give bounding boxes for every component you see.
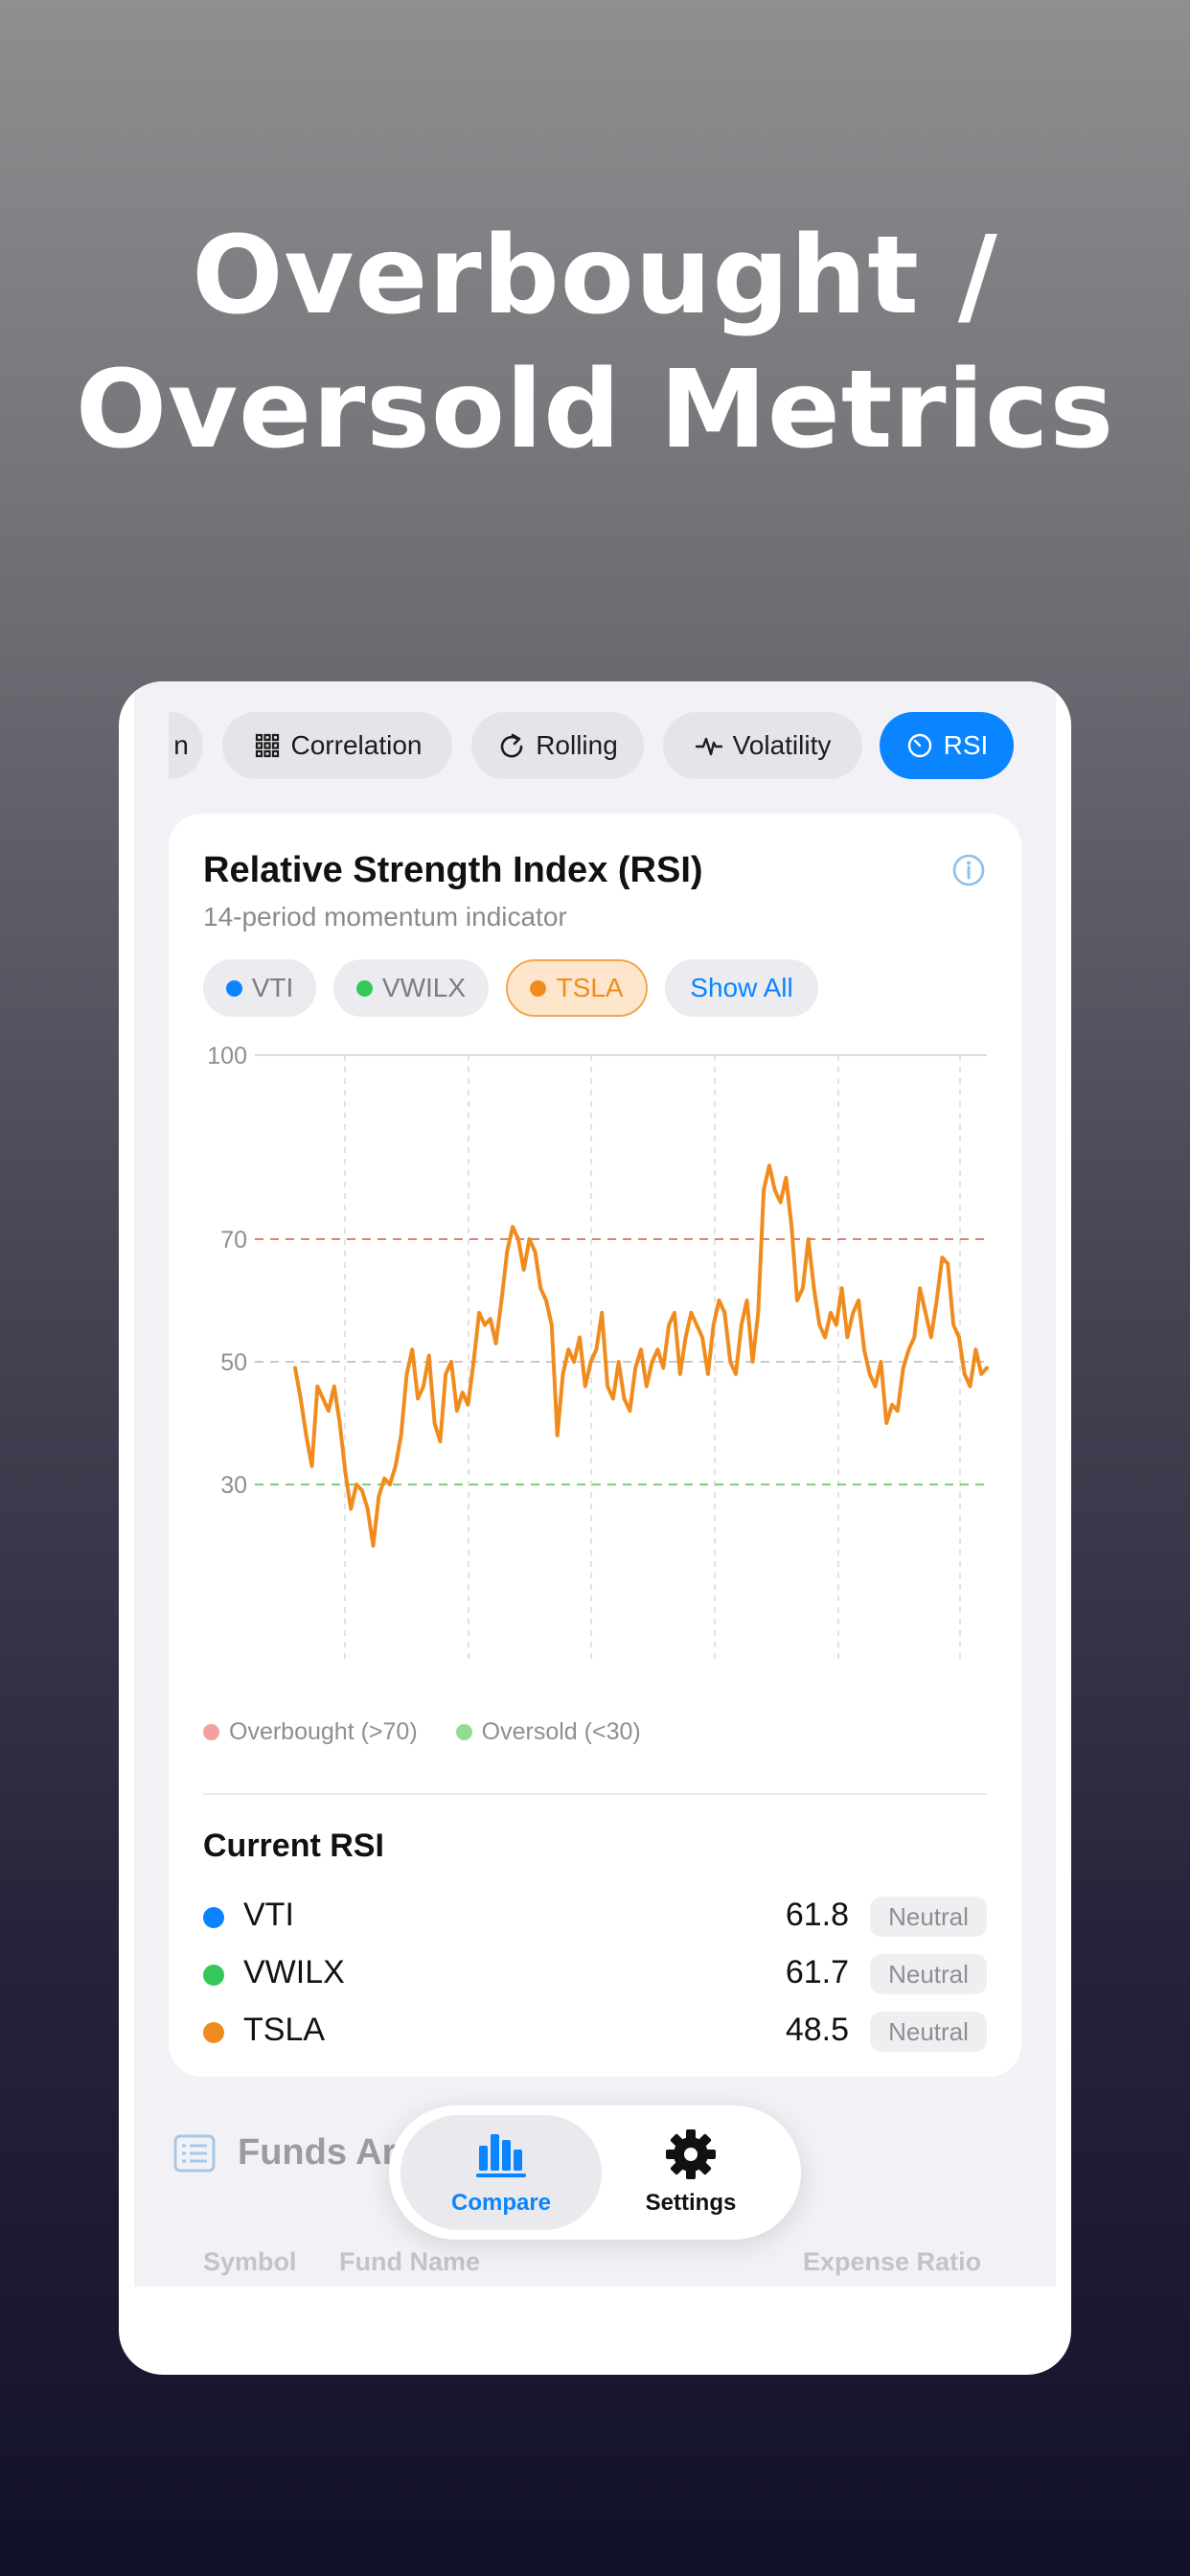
y-tick-label: 0: [234, 1656, 247, 1659]
list-icon: [173, 2134, 216, 2173]
legend-overbought: Overbought (>70): [203, 1718, 418, 1746]
bar-chart-icon: [476, 2134, 526, 2177]
chip-vti[interactable]: VTI: [203, 959, 316, 1017]
tab-rsi-label: RSI: [943, 730, 989, 760]
y-tick-label: 50: [220, 1349, 247, 1376]
chip-tsla[interactable]: TSLA: [506, 959, 648, 1017]
oversold-dot: [455, 1723, 472, 1740]
hero-title-line-2: Oversold Metrics: [75, 348, 1115, 472]
y-tick-label: 100: [207, 1043, 247, 1070]
row-symbol: VWILX: [243, 1954, 345, 1990]
overbought-dot: [203, 1723, 219, 1740]
info-icon[interactable]: [950, 852, 987, 888]
row-value: 48.5: [785, 2012, 849, 2048]
tsla-dot: [530, 979, 547, 997]
tab-correlation[interactable]: Correlation: [222, 712, 452, 779]
gear-icon: [666, 2129, 716, 2179]
vti-dot: [225, 979, 242, 997]
rsi-chart: 1007050300MarMayJulSepNovJa: [207, 1043, 989, 1659]
pulse-icon: [695, 737, 722, 756]
bottom-tab-bar: Compare Settings: [389, 2105, 801, 2240]
analysis-tabs: n Correlation Rolling Volatility RSI: [134, 712, 1056, 779]
tab-rolling-label: Rolling: [536, 730, 618, 760]
chart-legend: Overbought (>70) Oversold (<30): [203, 1714, 641, 1749]
tab-rsi[interactable]: RSI: [880, 712, 1014, 779]
hero-title-line-1: Overbought /: [192, 214, 998, 338]
tab-compare-label: Compare: [450, 2190, 552, 2216]
app-screen: n Correlation Rolling Volatility RSI Rel…: [134, 681, 1056, 2287]
row-symbol: TSLA: [243, 2012, 326, 2048]
y-tick-label: 30: [220, 1472, 247, 1499]
tab-correlation-label: Correlation: [290, 730, 423, 760]
tab-partial[interactable]: n: [169, 712, 203, 779]
hero-title: Overbought / Oversold Metrics: [0, 209, 1190, 477]
row-symbol: VTI: [243, 1897, 294, 1933]
y-tick-label: 70: [220, 1227, 247, 1254]
chip-vwilx[interactable]: VWILX: [333, 959, 489, 1017]
status-badge: Neutral: [870, 2012, 987, 2052]
grid-icon: [255, 733, 279, 758]
series-line-tsla: [293, 1163, 989, 1548]
status-badge: Neutral: [870, 1897, 987, 1937]
tab-settings-label: Settings: [645, 2190, 737, 2216]
funds-section-title: Funds Ar: [238, 2132, 397, 2173]
row-value: 61.8: [785, 1897, 849, 1933]
chip-tsla-label: TSLA: [556, 973, 624, 1002]
current-rsi-title: Current RSI: [203, 1828, 384, 1864]
legend-oversold: Oversold (<30): [455, 1717, 641, 1746]
tab-compare[interactable]: Compare: [400, 2115, 602, 2230]
show-all-label: Show All: [690, 973, 793, 1002]
tab-volatility-label: Volatility: [732, 730, 832, 760]
row-value: 61.7: [785, 1954, 849, 1990]
tab-volatility[interactable]: Volatility: [663, 712, 862, 779]
tab-partial-label: n: [173, 730, 189, 760]
legend-oversold-label: Oversold (<30): [481, 1717, 641, 1745]
status-badge: Neutral: [870, 1954, 987, 1994]
vti-dot: [203, 1907, 224, 1928]
current-rsi-row-vti: VTI 61.8 Neutral: [203, 1893, 987, 1941]
col-header-fund-name: Fund Name: [339, 2247, 481, 2276]
col-header-symbol: Symbol: [203, 2247, 297, 2276]
current-rsi-row-vwilx: VWILX 61.7 Neutral: [203, 1950, 987, 1998]
tab-rolling[interactable]: Rolling: [471, 712, 644, 779]
rsi-card: Relative Strength Index (RSI) 14-period …: [169, 814, 1021, 2077]
gauge-icon: [907, 733, 931, 758]
chip-vti-label: VTI: [251, 973, 294, 1002]
col-header-expense-ratio: Expense Ratio: [803, 2247, 982, 2276]
tab-settings[interactable]: Settings: [590, 2115, 791, 2230]
tsla-dot: [203, 2022, 224, 2043]
rotate-icon: [500, 733, 523, 758]
card-title: Relative Strength Index (RSI): [203, 850, 703, 890]
chip-vwilx-label: VWILX: [381, 973, 467, 1002]
legend-overbought-label: Overbought (>70): [229, 1717, 418, 1745]
show-all-button[interactable]: Show All: [665, 959, 818, 1017]
vwilx-dot: [203, 1965, 224, 1986]
vwilx-dot: [355, 979, 373, 997]
current-rsi-row-tsla: TSLA 48.5 Neutral: [203, 2008, 987, 2056]
card-subtitle: 14-period momentum indicator: [203, 902, 567, 932]
divider: [203, 1793, 987, 1795]
